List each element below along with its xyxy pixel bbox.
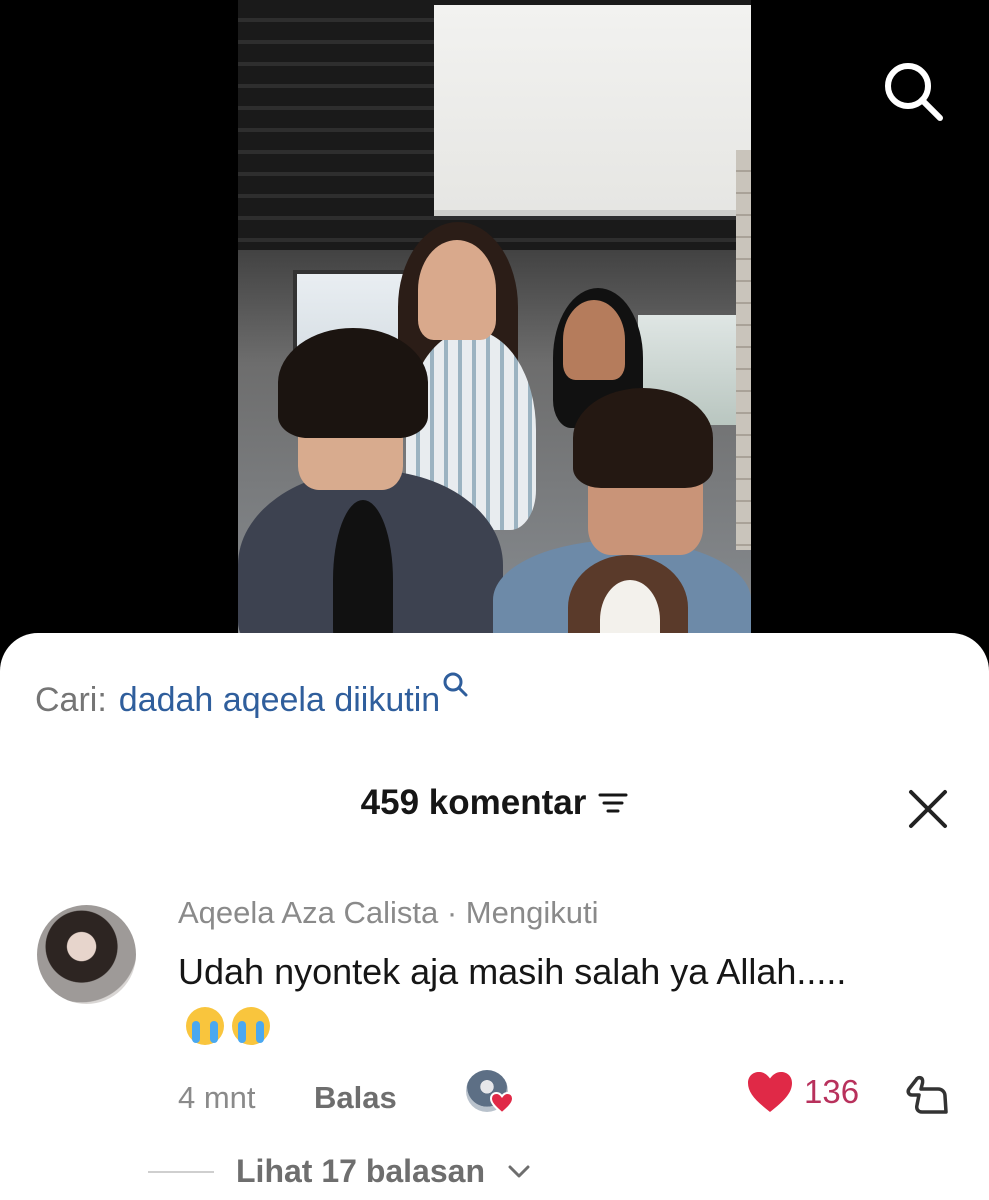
video-player[interactable]: [238, 0, 751, 660]
video-pillar: [736, 150, 751, 550]
search-suggestion-prefix: Cari:: [35, 681, 107, 719]
crying-emoji-icon: [232, 1007, 270, 1045]
heart-icon[interactable]: [746, 1070, 794, 1114]
video-person: [278, 328, 428, 438]
crying-emoji-icon: [186, 1007, 224, 1045]
heart-icon: [490, 1092, 514, 1114]
like-count: 136: [804, 1073, 860, 1110]
filter-icon[interactable]: [598, 791, 628, 815]
comments-count: 459 komentar: [360, 783, 587, 822]
comment-author-line: Aqeela Aza Calista · Mengikuti: [178, 895, 598, 931]
video-person: [563, 300, 625, 380]
comment-meta: 4 mnt Balas 136: [178, 1070, 958, 1124]
reply-button[interactable]: Balas: [314, 1080, 397, 1116]
comment-author[interactable]: Aqeela Aza Calista: [178, 895, 438, 930]
creator-liked-badge: [466, 1070, 514, 1118]
like-button[interactable]: 136: [746, 1070, 859, 1114]
video-person: [573, 388, 713, 488]
search-suggestion[interactable]: Cari: dadah aqeela diikutin: [35, 672, 468, 720]
replies-divider: [148, 1170, 214, 1173]
view-replies-button[interactable]: Lihat 17 balasan: [148, 1153, 531, 1190]
comment-time: 4 mnt: [178, 1080, 256, 1115]
chevron-down-icon: [508, 1165, 530, 1177]
search-icon: [443, 672, 468, 697]
comment-item: Aqeela Aza Calista · Mengikuti Udah nyon…: [0, 895, 989, 1175]
comments-header: 459 komentar: [0, 783, 989, 823]
follow-status: · Mengikuti: [446, 895, 599, 930]
search-suggestion-query[interactable]: dadah aqeela diikutin: [119, 681, 440, 720]
comments-sheet: Cari: dadah aqeela diikutin 459 komentar: [0, 633, 989, 1200]
comment-text: Udah nyontek aja masih salah ya Allah...…: [178, 945, 878, 1053]
search-icon[interactable]: [880, 58, 946, 124]
video-ceiling-panel: [434, 5, 751, 216]
thumbs-down-icon[interactable]: [904, 1070, 952, 1118]
close-icon[interactable]: [905, 786, 951, 832]
video-person: [418, 240, 496, 340]
avatar[interactable]: [37, 905, 136, 1004]
screen: Cari: dadah aqeela diikutin 459 komentar: [0, 0, 989, 1200]
comment-body: Udah nyontek aja masih salah ya Allah...…: [178, 951, 847, 992]
view-replies-label: Lihat 17 balasan: [236, 1153, 485, 1189]
